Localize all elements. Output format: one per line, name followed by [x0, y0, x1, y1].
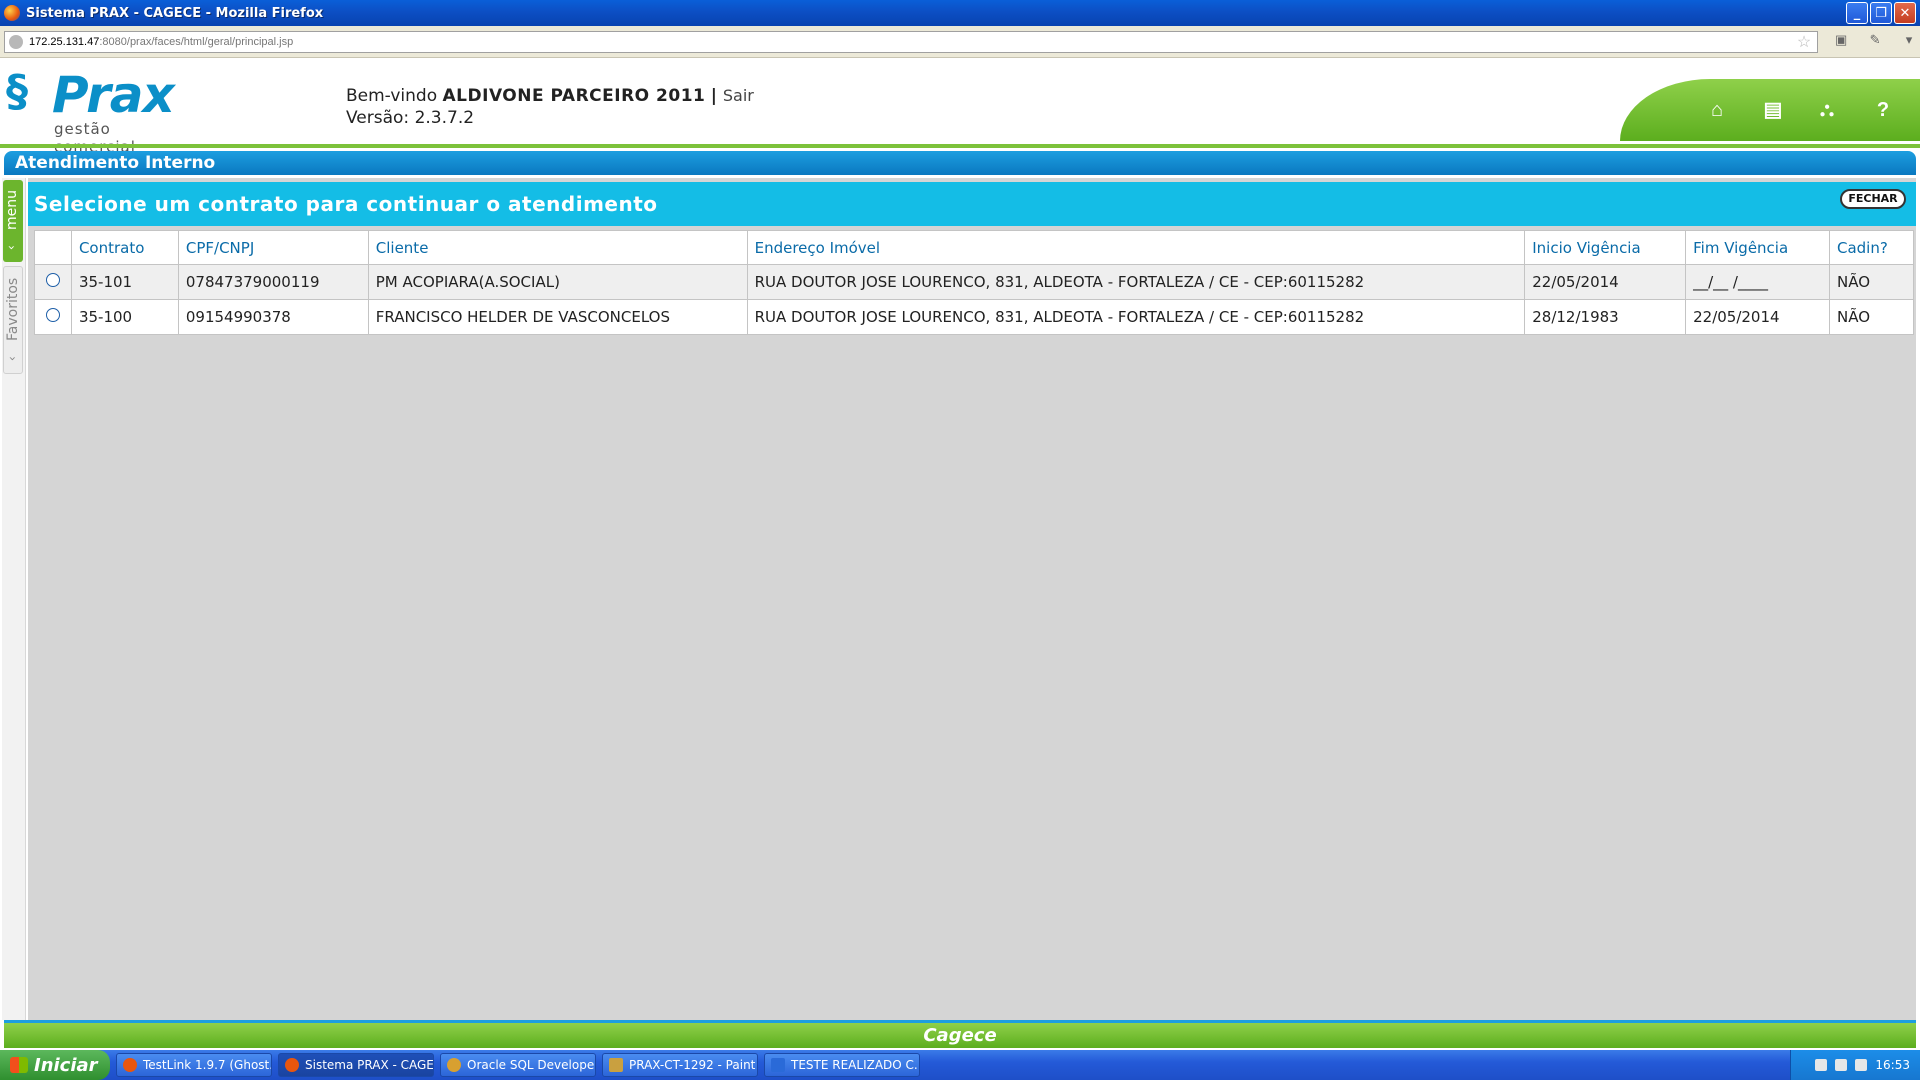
window-title: Sistema PRAX - CAGECE - Mozilla Firefox [26, 5, 324, 21]
contracts-table: Contrato CPF/CNPJ Cliente Endereço Imóve… [34, 230, 1914, 335]
cell-endereco: RUA DOUTOR JOSE LOURENCO, 831, ALDEOTA -… [746, 264, 1526, 300]
sitemap-icon[interactable]: ⛬ [1814, 97, 1840, 123]
help-tray-icon[interactable] [1815, 1059, 1828, 1071]
taskbar-item-label: TESTE REALIZADO C... [791, 1058, 920, 1072]
close-window-button[interactable]: ✕ [1894, 2, 1916, 24]
taskbar-item-label: PRAX-CT-1292 - Paint [629, 1058, 756, 1072]
cell-cpf: 09154990378 [177, 299, 369, 335]
section-title: Atendimento Interno [4, 151, 1916, 175]
version-label: Versão: 2.3.7.2 [346, 108, 475, 128]
print-icon[interactable]: ▤ [1760, 97, 1786, 123]
taskbar-item[interactable]: TESTE REALIZADO C... [764, 1053, 920, 1077]
security-tray-icon[interactable] [1855, 1059, 1868, 1071]
url-host: 172.25.131.47 [29, 35, 100, 48]
word-document-icon [771, 1058, 785, 1072]
site-identity-icon[interactable] [9, 34, 23, 49]
column-header-endereco[interactable]: Endereço Imóvel [746, 230, 1526, 265]
cagece-logo: Cagece [923, 1025, 997, 1046]
logo-swoosh-icon: § [6, 66, 28, 117]
addon-icon[interactable]: ▣ [1830, 32, 1852, 52]
select-column-header [34, 230, 72, 265]
dialog-title: Selecione um contrato para continuar o a… [34, 192, 658, 216]
cell-inicio: 28/12/1983 [1524, 299, 1687, 335]
cell-endereco: RUA DOUTOR JOSE LOURENCO, 831, ALDEOTA -… [746, 299, 1526, 335]
taskbar-item-active[interactable]: Sistema PRAX - CAGE... [278, 1053, 434, 1077]
chevron-right-icon: ‹ [4, 245, 18, 251]
taskbar-item-label: Oracle SQL Develope... [467, 1058, 596, 1072]
table-row[interactable]: 35-101 07847379000119 PM ACOPIARA(A.SOCI… [34, 264, 1914, 300]
welcome-line: Bem-vindo ALDIVONE PARCEIRO 2011 | Sair [346, 86, 754, 106]
app-header: § Prax gestão comercial Bem-vindo ALDIVO… [0, 58, 1920, 156]
contract-radio[interactable] [45, 273, 60, 287]
firefox-icon [285, 1058, 299, 1072]
user-name: ALDIVONE PARCEIRO 2011 [442, 86, 706, 106]
row-select-cell [34, 264, 72, 300]
taskbar-item[interactable]: Oracle SQL Develope... [440, 1053, 596, 1077]
cell-cadin: NÃO [1829, 264, 1914, 300]
windows-taskbar: Iniciar TestLink 1.9.7 (Ghost... Sistema… [0, 1050, 1920, 1080]
column-header-contrato[interactable]: Contrato [70, 230, 179, 265]
column-header-cpf[interactable]: CPF/CNPJ [177, 230, 369, 265]
column-header-cliente[interactable]: Cliente [367, 230, 748, 265]
url-path: :8080/prax/faces/html/geral/principal.js… [99, 35, 294, 48]
prax-logo: § Prax gestão comercial [6, 66, 196, 156]
column-header-cadin[interactable]: Cadin? [1829, 230, 1914, 265]
cell-contrato: 35-100 [70, 299, 179, 335]
table-row[interactable]: 35-100 09154990378 FRANCISCO HELDER DE V… [34, 299, 1914, 335]
cell-cpf: 07847379000119 [177, 264, 369, 300]
minimize-button[interactable]: _ [1846, 2, 1868, 24]
column-header-fim[interactable]: Fim Vigência [1685, 230, 1830, 265]
column-header-inicio[interactable]: Inicio Vigência [1524, 230, 1687, 265]
firefox-icon [123, 1058, 137, 1072]
app-footer: Cagece [4, 1020, 1916, 1048]
favorites-side-tab[interactable]: Favoritos ‹ [3, 266, 23, 374]
tray-clock: 16:53 [1875, 1058, 1910, 1072]
cell-contrato: 35-101 [70, 264, 179, 300]
maximize-button[interactable]: ❐ [1870, 2, 1892, 24]
contract-radio[interactable] [45, 308, 60, 322]
chevron-right-icon: ‹ [5, 356, 19, 362]
firefox-icon [4, 5, 20, 21]
taskbar-item[interactable]: PRAX-CT-1292 - Paint [602, 1053, 758, 1077]
browser-titlebar: Sistema PRAX - CAGECE - Mozilla Firefox … [0, 0, 1920, 26]
logout-link[interactable]: Sair [723, 86, 754, 105]
cell-cliente: PM ACOPIARA(A.SOCIAL) [367, 264, 748, 300]
menu-tab-label: menu [4, 190, 20, 230]
logo-name: Prax [52, 66, 175, 124]
bookmark-star-icon[interactable]: ☆ [1797, 32, 1811, 52]
cell-cadin: NÃO [1829, 299, 1914, 335]
start-label: Iniciar [34, 1054, 98, 1076]
favorites-tab-label: Favoritos [5, 277, 21, 341]
cell-fim: 22/05/2014 [1685, 299, 1830, 335]
address-bar: 172.25.131.47 :8080/prax/faces/html/gera… [0, 26, 1920, 58]
welcome-separator: | [710, 86, 718, 106]
table-header-row: Contrato CPF/CNPJ Cliente Endereço Imóve… [34, 230, 1914, 265]
cell-inicio: 22/05/2014 [1524, 264, 1687, 300]
extension-icon[interactable]: ✎ [1864, 32, 1886, 52]
cell-cliente: FRANCISCO HELDER DE VASCONCELOS [367, 299, 748, 335]
help-icon[interactable]: ? [1870, 97, 1896, 123]
menu-dropdown-icon[interactable]: ▾ [1898, 32, 1920, 52]
taskbar-item[interactable]: TestLink 1.9.7 (Ghost... [116, 1053, 272, 1077]
taskbar-item-label: TestLink 1.9.7 (Ghost... [143, 1058, 272, 1072]
start-button[interactable]: Iniciar [0, 1050, 110, 1080]
taskbar-item-label: Sistema PRAX - CAGE... [305, 1058, 434, 1072]
paint-icon [609, 1058, 623, 1072]
system-tray: 16:53 [1790, 1050, 1920, 1080]
windows-flag-icon [10, 1057, 28, 1073]
header-toolbar: ⌂ ▤ ⛬ ? [1620, 79, 1920, 141]
cell-fim: __/__ /____ [1685, 264, 1830, 300]
oracle-sql-icon [447, 1058, 461, 1072]
menu-side-tab[interactable]: menu ‹ [3, 180, 23, 262]
network-tray-icon[interactable] [1835, 1059, 1848, 1071]
header-divider [0, 144, 1920, 148]
row-select-cell [34, 299, 72, 335]
dialog-header: Selecione um contrato para continuar o a… [28, 182, 1916, 226]
home-icon[interactable]: ⌂ [1704, 97, 1730, 123]
url-input[interactable]: 172.25.131.47 :8080/prax/faces/html/gera… [4, 30, 1819, 53]
close-dialog-button[interactable]: FECHAR [1840, 189, 1906, 209]
welcome-prefix: Bem-vindo [346, 86, 438, 106]
